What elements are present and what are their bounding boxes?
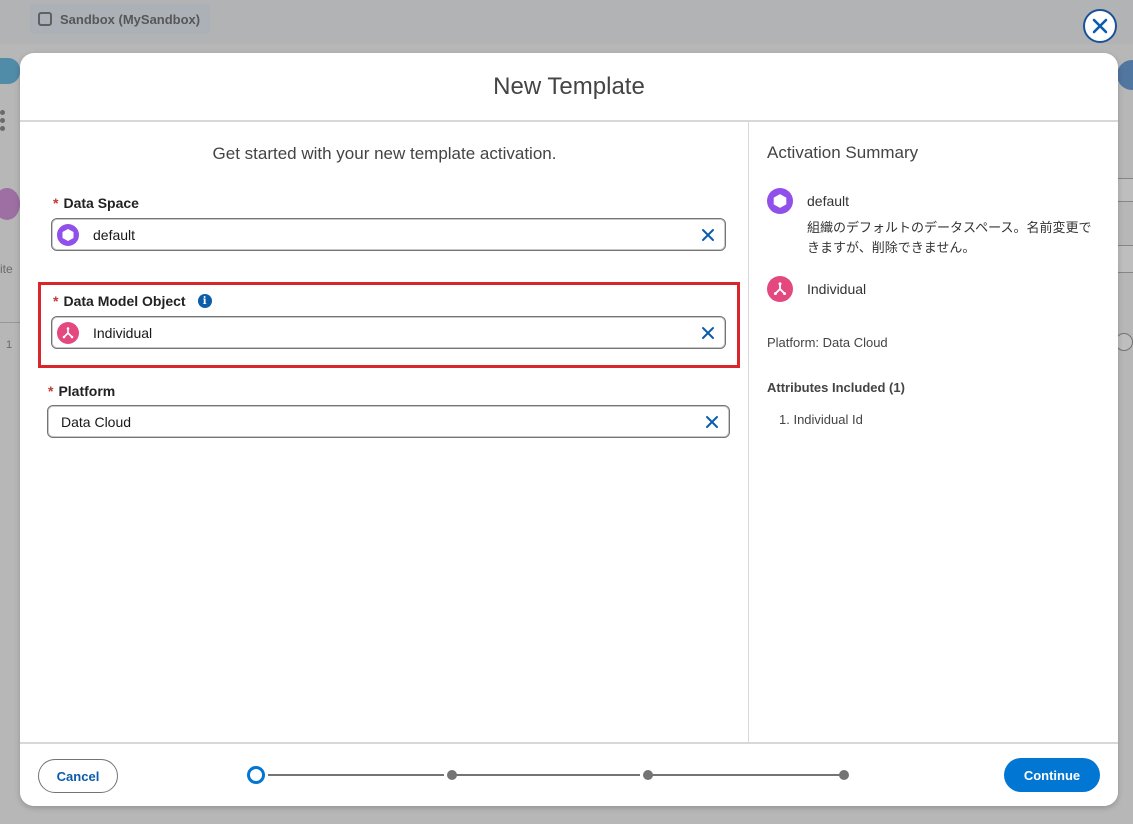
modal-header: New Template: [20, 53, 1118, 122]
clear-x-icon: [702, 229, 714, 241]
progress-step-2[interactable]: [447, 770, 457, 780]
hexagon-icon: [57, 223, 79, 246]
summary-object: Individual: [767, 276, 866, 302]
platform-value: Data Cloud: [61, 413, 132, 430]
data-space-label-text: Data Space: [63, 195, 139, 211]
clear-data-model-object-button[interactable]: [699, 324, 717, 342]
close-modal-button[interactable]: [1083, 9, 1117, 43]
summary-title: Activation Summary: [767, 143, 919, 162]
progress-step-4[interactable]: [839, 770, 849, 780]
form-pane: Get started with your new template activ…: [20, 122, 749, 742]
data-model-object-label-text: Data Model Object: [63, 293, 186, 309]
data-space-label: * Data Space: [53, 195, 139, 211]
data-model-object-value: Individual: [93, 324, 153, 341]
data-space-field[interactable]: default: [51, 218, 726, 251]
clear-x-icon: [706, 416, 718, 428]
summary-data-space-description: 組織のデフォルトのデータスペース。名前変更できますが、削除できません。: [807, 221, 1092, 256]
summary-data-space-name: default: [807, 193, 850, 209]
activation-summary-pane: Activation Summary default 組織のデフォルトのデータス…: [749, 122, 1118, 742]
close-icon: [1092, 18, 1108, 34]
clear-platform-button[interactable]: [703, 413, 721, 431]
progress-connector: [652, 774, 840, 776]
cancel-button[interactable]: Cancel: [38, 759, 118, 793]
required-marker: *: [53, 195, 59, 211]
modal-footer: Cancel Continue: [20, 742, 1118, 806]
info-icon[interactable]: i: [197, 294, 212, 308]
platform-label-text: Platform: [58, 383, 116, 399]
progress-connector: [456, 774, 640, 776]
data-model-object-field[interactable]: Individual: [51, 316, 726, 349]
clear-x-icon: [702, 327, 714, 339]
platform-field[interactable]: Data Cloud: [47, 405, 730, 438]
modal-body: Get started with your new template activ…: [20, 122, 1118, 742]
continue-button[interactable]: Continue: [1004, 758, 1100, 792]
required-marker: *: [48, 383, 54, 399]
clear-data-space-button[interactable]: [699, 226, 717, 244]
modal-subtitle: Get started with your new template activ…: [212, 144, 557, 163]
new-template-modal: New Template Get started with your new t…: [20, 53, 1118, 806]
progress-connector: [268, 774, 444, 776]
progress-step-3[interactable]: [643, 770, 653, 780]
progress-step-1[interactable]: [247, 766, 265, 784]
summary-attribute-item: 1. Individual Id: [779, 412, 863, 427]
summary-attributes-title: Attributes Included (1): [767, 380, 905, 395]
summary-object-name: Individual: [807, 281, 867, 297]
individual-object-icon: [767, 276, 793, 302]
individual-object-icon: [57, 321, 79, 344]
data-model-object-label: * Data Model Object i: [53, 293, 212, 309]
summary-platform: Platform: Data Cloud: [767, 335, 888, 350]
required-marker: *: [53, 293, 59, 309]
summary-data-space: default: [767, 188, 849, 214]
data-space-value: default: [93, 226, 136, 243]
modal-title: New Template: [493, 72, 645, 100]
hexagon-icon: [767, 188, 793, 214]
platform-label: * Platform: [48, 383, 115, 399]
